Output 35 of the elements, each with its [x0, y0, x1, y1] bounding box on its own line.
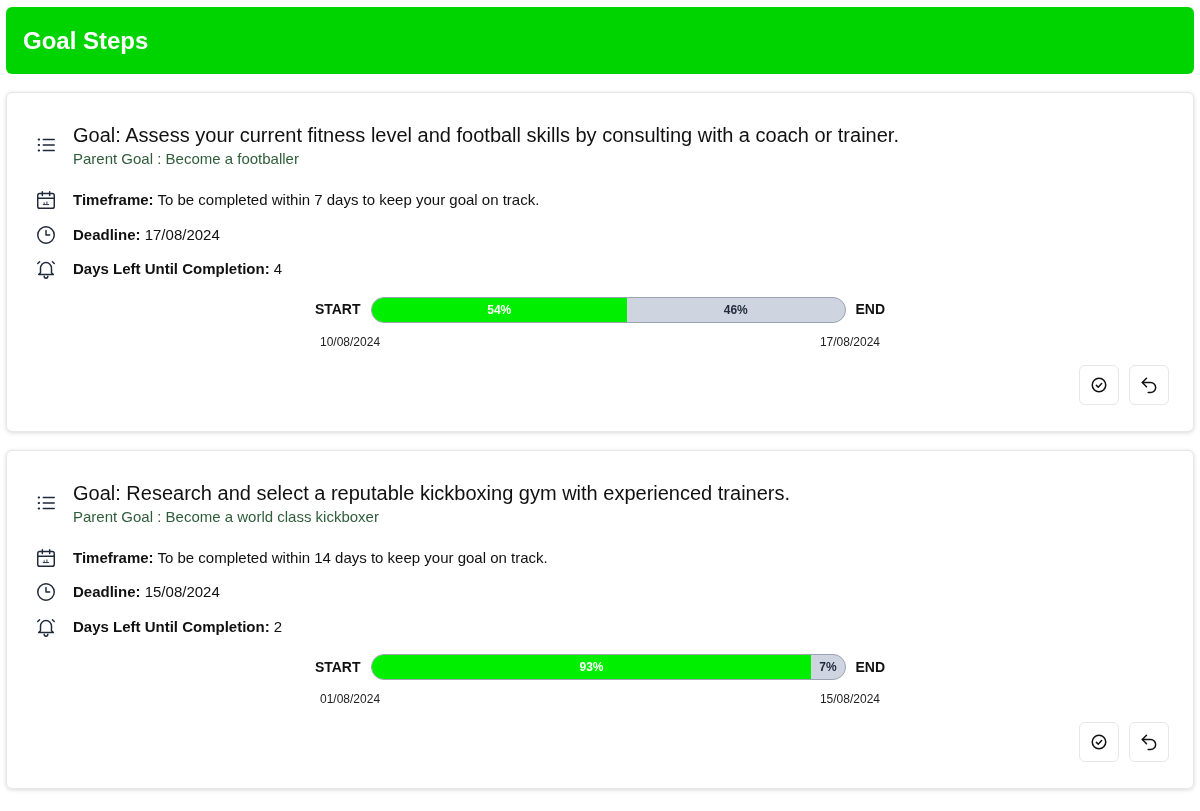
undo-button[interactable]: [1129, 722, 1169, 762]
parent-goal: Parent Goal : Become a footballer: [73, 149, 300, 169]
undo-button[interactable]: [1129, 364, 1169, 405]
calendar-icon: [35, 189, 57, 212]
parent-goal: Parent Goal : Become a world class kickboxer: [73, 506, 380, 527]
undo-icon: [1139, 732, 1159, 752]
bell-icon: [35, 258, 57, 281]
start-date: 01/08/2024: [320, 691, 381, 708]
deadline-text: Deadline: 17/08/2024: [73, 224, 220, 245]
complete-button[interactable]: [1079, 722, 1119, 762]
timeframe-text: Timeframe: To be completed within 14 days to keep your goal on track.: [73, 547, 548, 568]
remaining-percent: 46%: [723, 301, 748, 319]
goal-title: Goal: Research and select a reputable kickboxing gym with experienced trainers.: [73, 480, 791, 506]
timeframe-text: Timeframe: To be completed within 7 days to keep your goal on track.: [73, 190, 540, 210]
start-label: START: [314, 657, 361, 677]
clock-icon: [35, 581, 57, 604]
check-circle-icon: [1090, 375, 1108, 394]
complete-button[interactable]: [1079, 364, 1119, 405]
end-date: 17/08/2024: [819, 333, 880, 351]
start-label: START: [314, 300, 361, 319]
goal-title: Goal: Assess your current fitness level and football skills by consulting with a coach or trainer.: [73, 123, 899, 148]
end-label: END: [855, 300, 886, 319]
page-title: Goal Steps: [23, 25, 149, 56]
done-percent: 93%: [579, 659, 604, 676]
end-date: 15/08/2024: [819, 691, 880, 708]
days-left-text: Days Left Until Completion: 2: [73, 616, 283, 637]
check-circle-icon: [1090, 733, 1108, 751]
deadline-text: Deadline: 15/08/2024: [73, 582, 220, 602]
end-label: END: [855, 657, 886, 677]
done-percent: 54%: [487, 301, 512, 319]
days-left-text: Days Left Until Completion: 4: [73, 259, 283, 279]
calendar-icon: [35, 546, 57, 569]
remaining-percent: 7%: [819, 659, 837, 676]
clock-icon: [35, 223, 57, 246]
start-date: 10/08/2024: [320, 333, 381, 351]
